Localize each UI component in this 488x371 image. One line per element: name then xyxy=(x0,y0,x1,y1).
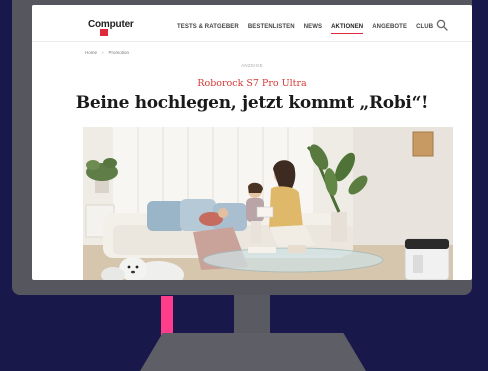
browser-screen: Computer TESTS & RATGEBER BESTENLISTEN N… xyxy=(32,5,472,280)
breadcrumb-current[interactable]: Promotion xyxy=(109,50,130,55)
nav-news[interactable]: NEWS xyxy=(304,24,322,30)
article-kicker: Roborock S7 Pro Ultra xyxy=(197,78,307,89)
breadcrumb-separator: › xyxy=(102,50,104,55)
nav-aktionen[interactable]: AKTIONEN xyxy=(331,24,364,34)
monitor-stand-base xyxy=(140,333,366,371)
site-logo[interactable]: Computer xyxy=(88,19,134,30)
monitor-stand-neck xyxy=(234,295,270,335)
hero-image xyxy=(83,127,453,280)
breadcrumb-home[interactable]: Home xyxy=(85,50,97,55)
main-nav: TESTS & RATGEBER BESTENLISTEN NEWS AKTIO… xyxy=(177,24,442,34)
logo-mark xyxy=(100,29,108,36)
monitor-frame: Computer TESTS & RATGEBER BESTENLISTEN N… xyxy=(12,0,472,295)
nav-angebote[interactable]: ANGEBOTE xyxy=(372,24,407,30)
nav-club[interactable]: CLUB xyxy=(416,24,433,30)
site-header: Computer TESTS & RATGEBER BESTENLISTEN N… xyxy=(32,5,472,42)
search-icon[interactable] xyxy=(436,19,448,31)
breadcrumb: Home › Promotion xyxy=(85,50,129,55)
article-headline: Beine hochlegen, jetzt kommt „Robi“! xyxy=(75,93,429,113)
living-room-photo xyxy=(83,127,453,280)
ad-label: ANZEIGE xyxy=(241,63,263,68)
nav-tests-ratgeber[interactable]: TESTS & RATGEBER xyxy=(177,24,239,30)
cable xyxy=(161,296,173,336)
nav-bestenlisten[interactable]: BESTENLISTEN xyxy=(248,24,295,30)
